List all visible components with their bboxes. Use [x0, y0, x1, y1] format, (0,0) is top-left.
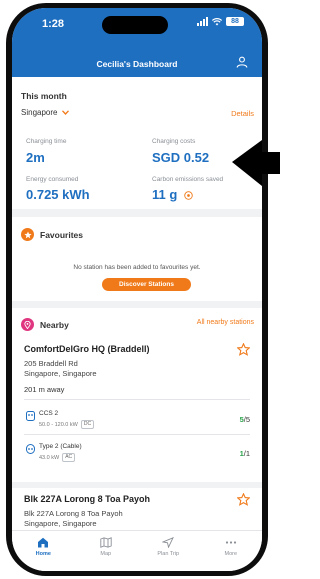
connector-type-badge: AC: [62, 453, 76, 462]
app-screen: 1:28 88 Cecilia's Dashboard This month S…: [12, 8, 262, 571]
dynamic-island: [102, 16, 168, 34]
charging-time-label: Charging time: [26, 138, 67, 145]
location-pin-icon: [21, 318, 34, 331]
station-distance: 201 m away: [24, 385, 65, 394]
details-link[interactable]: Details: [231, 109, 254, 118]
this-month-title: This month: [21, 91, 67, 101]
nav-home[interactable]: Home: [12, 531, 75, 571]
nav-map[interactable]: Map: [75, 531, 138, 571]
nav-plan-trip-label: Plan Trip: [157, 551, 180, 557]
wifi-icon: [212, 17, 222, 25]
favourite-star-icon[interactable]: [237, 343, 250, 356]
nearby-header: Nearby: [21, 318, 69, 331]
charging-costs-value: SGD 0.52: [152, 150, 210, 165]
signal-icon: [197, 17, 208, 26]
nav-more-label: More: [224, 551, 238, 557]
energy-consumed-label: Energy consumed: [26, 176, 79, 183]
navigation-arrow-icon: [162, 537, 175, 548]
region-select[interactable]: Singapore: [21, 108, 70, 117]
favourites-empty-text: No station has been added to favourites …: [73, 264, 201, 271]
favourites-header: Favourites: [21, 228, 83, 241]
connector-name: Type 2 (Cable): [39, 443, 82, 450]
star-badge-icon: [21, 228, 34, 241]
nav-home-label: Home: [35, 551, 51, 557]
station-address-line1: Blk 227A Lorong 8 Toa Payoh: [24, 509, 123, 518]
connector-meta: 43.0 kW AC: [39, 453, 76, 462]
discover-stations-button[interactable]: Discover Stations: [102, 278, 191, 291]
map-icon: [100, 537, 112, 548]
connector-availability: 5/5: [240, 415, 250, 424]
charging-time-value: 2m: [26, 150, 45, 165]
all-nearby-stations-link[interactable]: All nearby stations: [197, 319, 254, 326]
nav-plan-trip[interactable]: Plan Trip: [137, 531, 200, 571]
status-icons: 88: [197, 17, 244, 26]
charging-costs-label: Charging costs: [152, 138, 196, 145]
status-time: 1:28: [42, 18, 65, 30]
station-address-line2: Singapore, Singapore: [24, 519, 97, 528]
station-address-line2: Singapore, Singapore: [24, 369, 97, 378]
connector-availability: 1/1: [240, 449, 250, 458]
station-name[interactable]: ComfortDelGro HQ (Braddell): [24, 344, 150, 354]
favourite-star-icon[interactable]: [237, 493, 250, 506]
connector-power: 43.0 kW: [39, 454, 60, 461]
battery-icon: 88: [226, 17, 244, 26]
chevron-down-icon: [62, 110, 70, 115]
nearby-title: Nearby: [40, 319, 69, 330]
favourites-card: Favourites No station has been added to …: [12, 217, 262, 301]
carbon-saved-row: 11 g: [152, 187, 193, 202]
bottom-nav: Home Map Plan Trip More: [12, 530, 262, 571]
favourites-title: Favourites: [40, 229, 83, 240]
user-profile-icon[interactable]: [236, 56, 248, 68]
carbon-saved-label: Carbon emissions saved: [152, 176, 224, 183]
app-header: 1:28 88 Cecilia's Dashboard: [12, 8, 262, 77]
connector-name: CCS 2: [39, 410, 59, 417]
ccs2-connector-icon: [26, 411, 35, 421]
type2-connector-icon: [26, 444, 35, 454]
nav-more[interactable]: More: [200, 531, 263, 571]
station-card[interactable]: Blk 227A Lorong 8 Toa Payoh Blk 227A Lor…: [12, 482, 262, 537]
carbon-saved-value: 11 g: [152, 187, 178, 202]
page-title: Cecilia's Dashboard: [96, 59, 178, 69]
nav-map-label: Map: [100, 551, 112, 557]
divider: [24, 399, 250, 400]
more-dots-icon: [225, 541, 236, 544]
connector-meta: 50.0 - 120.0 kW DC: [39, 420, 95, 429]
pointer-arrow-icon: [232, 140, 280, 186]
total-count: /5: [243, 415, 250, 424]
this-month-card: This month Singapore Details Charging ti…: [12, 77, 262, 209]
connector-power: 50.0 - 120.0 kW: [39, 421, 78, 428]
divider: [24, 434, 250, 435]
home-icon: [38, 537, 49, 548]
total-count: /1: [243, 449, 250, 458]
info-leaf-icon[interactable]: [184, 191, 193, 200]
energy-consumed-value: 0.725 kWh: [26, 187, 90, 202]
phone-frame: 1:28 88 Cecilia's Dashboard This month S…: [6, 3, 268, 576]
station-address-line1: 205 Braddell Rd: [24, 359, 78, 368]
station-name[interactable]: Blk 227A Lorong 8 Toa Payoh: [24, 494, 150, 504]
region-value: Singapore: [21, 108, 58, 117]
connector-type-badge: DC: [80, 420, 95, 429]
